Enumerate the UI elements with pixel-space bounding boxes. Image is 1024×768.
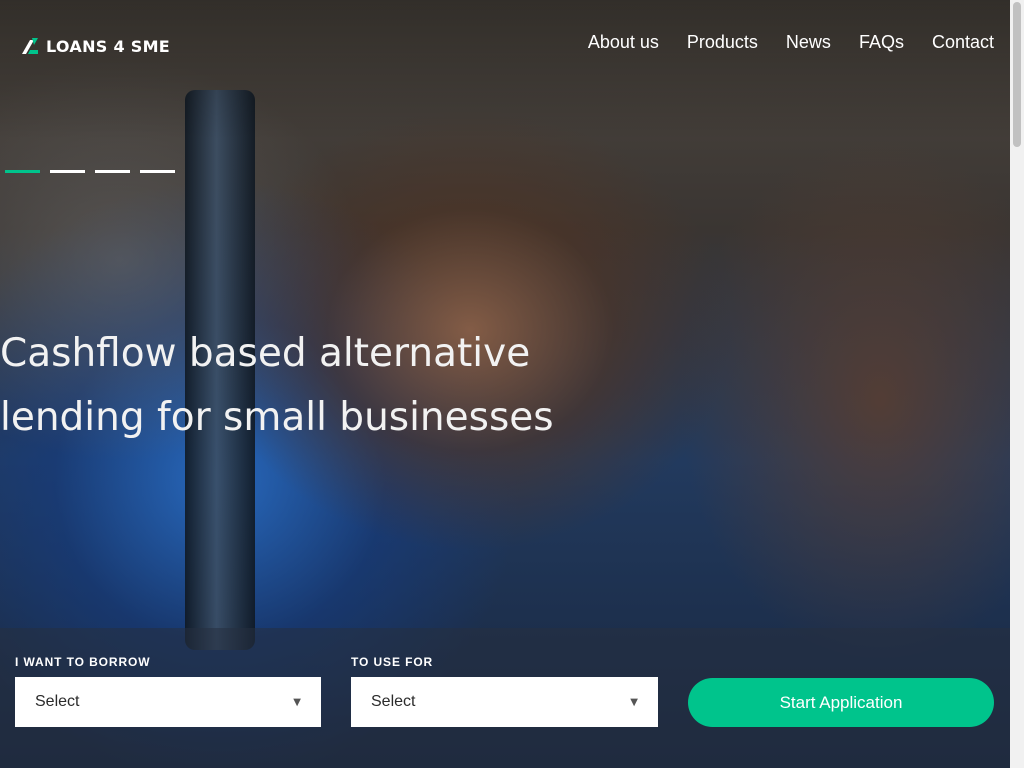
slide-indicator-2[interactable] bbox=[50, 170, 85, 173]
nav-item-products[interactable]: Products bbox=[687, 32, 758, 53]
borrow-select[interactable]: Select ▼ bbox=[15, 677, 321, 727]
start-application-button[interactable]: Start Application bbox=[688, 678, 994, 727]
nav-item-about-us[interactable]: About us bbox=[588, 32, 659, 53]
use-for-select[interactable]: Select ▼ bbox=[351, 677, 658, 727]
slide-indicator-4[interactable] bbox=[140, 170, 175, 173]
hero-headline-line-1: Cashflow based alternative bbox=[0, 331, 531, 376]
hero-headline: Cashflow based alternative lending for s… bbox=[0, 322, 640, 450]
borrow-label: I WANT TO BORROW bbox=[15, 655, 151, 669]
brand-name: LOANS 4 SME bbox=[46, 36, 171, 56]
slide-indicator-1[interactable] bbox=[5, 170, 40, 173]
chevron-down-icon: ▼ bbox=[630, 696, 638, 708]
nav-item-news[interactable]: News bbox=[786, 32, 831, 53]
chevron-down-icon: ▼ bbox=[293, 696, 301, 708]
use-for-select-value: Select bbox=[371, 693, 416, 710]
nav-item-faqs[interactable]: FAQs bbox=[859, 32, 904, 53]
page-scrollbar[interactable] bbox=[1010, 0, 1024, 768]
site-logo[interactable]: LOANS 4 SME bbox=[20, 36, 170, 56]
hero-top-shade bbox=[0, 0, 1010, 140]
use-for-label: TO USE FOR bbox=[351, 655, 434, 669]
slider-indicators bbox=[5, 170, 175, 173]
main-nav: About us Products News FAQs Contact bbox=[588, 32, 994, 53]
loan-application-bar: I WANT TO BORROW Select ▼ TO USE FOR Sel… bbox=[0, 628, 1010, 768]
scrollbar-thumb[interactable] bbox=[1013, 2, 1021, 147]
slide-indicator-3[interactable] bbox=[95, 170, 130, 173]
borrow-select-value: Select bbox=[35, 693, 80, 710]
hero-section: LOANS 4 SME About us Products News FAQs … bbox=[0, 0, 1010, 768]
use-for-field: TO USE FOR Select ▼ bbox=[351, 655, 658, 727]
nav-item-contact[interactable]: Contact bbox=[932, 32, 994, 53]
loans-logo-icon bbox=[22, 38, 38, 54]
hero-headline-line-2: lending for small businesses bbox=[0, 395, 554, 440]
borrow-field: I WANT TO BORROW Select ▼ bbox=[15, 655, 321, 727]
